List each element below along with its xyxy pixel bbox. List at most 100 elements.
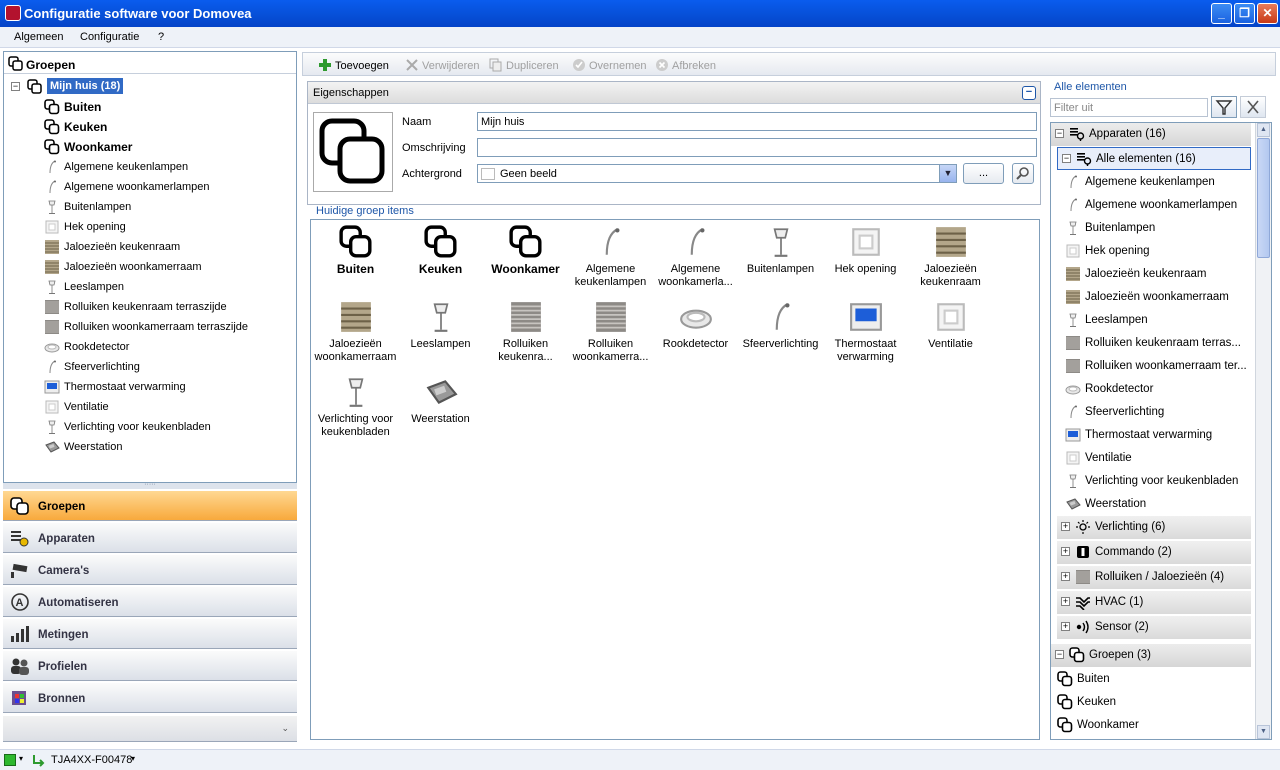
tree-item[interactable]: Thermostaat verwarming (44, 378, 284, 396)
tree-item[interactable]: Algemene keukenlampen (44, 158, 284, 176)
nav-bronnen[interactable]: Bronnen (3, 682, 297, 713)
group-item-tile[interactable]: Verlichting voor keukenbladen (313, 375, 398, 439)
group-item-tile[interactable]: Weerstation (398, 375, 483, 426)
remove-button[interactable]: Verwijderen (405, 58, 479, 72)
tree-root-mijn-huis[interactable]: − Mijn huis (18) (9, 78, 149, 96)
maximize-button[interactable]: ❐ (1234, 3, 1255, 24)
tree-item[interactable]: Jaloezieën keukenraam (44, 238, 284, 256)
category-item[interactable]: + HVAC (1) (1057, 591, 1251, 614)
element-item[interactable]: Sfeerverlichting (1061, 401, 1251, 424)
expand-icon[interactable]: + (1061, 597, 1070, 606)
nav-chevron-icon[interactable]: ⌄ (281, 723, 289, 734)
element-item[interactable]: Rookdetector (1061, 378, 1251, 401)
close-button[interactable]: ✕ (1257, 3, 1278, 24)
browse-button[interactable]: ... (963, 163, 1004, 184)
category-item[interactable]: + Commando (2) (1057, 541, 1251, 564)
minimize-button[interactable]: _ (1211, 3, 1232, 24)
nav-cameras[interactable]: Camera's (3, 554, 297, 585)
group-item-tile[interactable]: Algemene keukenlampen (568, 225, 653, 289)
element-item[interactable]: Jaloezieën keukenraam (1061, 263, 1251, 286)
tree-item[interactable]: Jaloezieën woonkamerraam (44, 258, 284, 276)
tree-item[interactable]: Rolluiken keukenraam terraszijde (44, 298, 284, 316)
scroll-thumb[interactable] (1257, 138, 1270, 258)
element-item[interactable]: Weerstation (1061, 493, 1251, 516)
collapse-icon[interactable]: − (11, 82, 20, 91)
tree-item[interactable]: Buitenlampen (44, 198, 284, 216)
duplicate-button[interactable]: Dupliceren (489, 58, 559, 72)
category-apparaten[interactable]: − Apparaten (16) (1051, 123, 1251, 146)
nav-automatiseren[interactable]: A Automatiseren (3, 586, 297, 617)
expand-icon[interactable]: + (1061, 622, 1070, 631)
tree-item[interactable]: Ventilatie (44, 398, 284, 416)
element-item[interactable]: Buitenlampen (1061, 217, 1251, 240)
element-item[interactable]: Algemene woonkamerlampen (1061, 194, 1251, 217)
tree-group-woonkamer[interactable]: Woonkamer (44, 138, 244, 156)
element-item[interactable]: Hek opening (1061, 240, 1251, 263)
tree-item[interactable]: Sfeerverlichting (44, 358, 284, 376)
collapse-panel-button[interactable]: − (1022, 86, 1036, 100)
element-item[interactable]: Verlichting voor keukenbladen (1061, 470, 1251, 493)
nav-groepen[interactable]: Groepen (3, 490, 297, 521)
expand-icon[interactable]: + (1061, 572, 1070, 581)
category-groepen[interactable]: − Groepen (3) (1051, 644, 1251, 667)
chevron-down-icon[interactable]: ▾ (131, 754, 135, 763)
apply-button[interactable]: Overnemen (572, 58, 646, 72)
element-item[interactable]: Leeslampen (1061, 309, 1251, 332)
group-item-tile[interactable]: Rookdetector (653, 300, 738, 351)
group-item-tile[interactable]: Keuken (398, 225, 483, 276)
scroll-down-icon[interactable]: ▼ (1257, 725, 1270, 739)
group-item[interactable]: Keuken (1053, 691, 1251, 714)
nav-metingen[interactable]: Metingen (3, 618, 297, 649)
collapse-icon[interactable]: − (1062, 154, 1071, 163)
add-button[interactable]: Toevoegen (318, 58, 389, 72)
group-item[interactable]: Buiten (1053, 668, 1251, 691)
tree-item[interactable]: Verlichting voor keukenbladen (44, 418, 284, 436)
group-item-tile[interactable]: Hek opening (823, 225, 908, 276)
panel-splitter[interactable]: ····· (3, 481, 297, 489)
filter-input[interactable]: Filter uit (1050, 98, 1208, 117)
nav-profielen[interactable]: Profielen (3, 650, 297, 681)
element-item[interactable]: Algemene keukenlampen (1061, 171, 1251, 194)
tree-item[interactable]: Algemene woonkamerlampen (44, 178, 284, 196)
tree-group-buiten[interactable]: Buiten (44, 98, 244, 116)
group-item-tile[interactable]: Rolluiken woonkamerra... (568, 300, 653, 364)
clear-filter-button[interactable] (1240, 96, 1266, 118)
group-item-tile[interactable]: Leeslampen (398, 300, 483, 351)
group-item-tile[interactable]: Jaloezieën woonkamerraam (313, 300, 398, 364)
menu-help[interactable]: ? (158, 31, 164, 43)
chevron-down-icon[interactable]: ▾ (19, 754, 23, 763)
element-item[interactable]: Thermostaat verwarming (1061, 424, 1251, 447)
background-select[interactable]: Geen beeld ▼ (477, 164, 957, 183)
group-item-tile[interactable]: Algemene woonkamerla... (653, 225, 738, 289)
group-item[interactable]: Woonkamer (1053, 714, 1251, 737)
category-item[interactable]: + Rolluiken / Jaloezieën (4) (1057, 566, 1251, 589)
expand-icon[interactable]: + (1061, 547, 1070, 556)
tree-group-keuken[interactable]: Keuken (44, 118, 244, 136)
group-item-tile[interactable]: Buitenlampen (738, 225, 823, 276)
element-item[interactable]: Rolluiken woonkamerraam ter... (1061, 355, 1251, 378)
cancel-button[interactable]: Afbreken (655, 58, 716, 72)
name-input[interactable]: Mijn huis (477, 112, 1037, 131)
menu-algemeen[interactable]: Algemeen (14, 31, 64, 43)
group-item-tile[interactable]: Woonkamer (483, 225, 568, 276)
vertical-scrollbar[interactable]: ▲ ▼ (1255, 123, 1271, 739)
category-item[interactable]: + Verlichting (6) (1057, 516, 1251, 539)
scroll-up-icon[interactable]: ▲ (1257, 123, 1270, 137)
group-item-tile[interactable]: Thermostaat verwarming (823, 300, 908, 364)
tree-item[interactable]: Leeslampen (44, 278, 284, 296)
category-alle-elementen[interactable]: − Alle elementen (16) (1057, 147, 1251, 170)
category-item[interactable]: + Sensor (2) (1057, 616, 1251, 639)
expand-icon[interactable]: + (1061, 522, 1070, 531)
group-item-tile[interactable]: Sfeerverlichting (738, 300, 823, 351)
filter-button[interactable] (1211, 96, 1237, 118)
collapse-icon[interactable]: − (1055, 129, 1064, 138)
chevron-down-icon[interactable]: ▼ (939, 165, 956, 182)
nav-apparaten[interactable]: Apparaten (3, 522, 297, 553)
tree-item[interactable]: Hek opening (44, 218, 284, 236)
tree-item[interactable]: Weerstation (44, 438, 284, 456)
element-item[interactable]: Jaloezieën woonkamerraam (1061, 286, 1251, 309)
description-input[interactable] (477, 138, 1037, 157)
group-item-tile[interactable]: Rolluiken keukenra... (483, 300, 568, 364)
tree-item[interactable]: Rookdetector (44, 338, 284, 356)
menu-configuratie[interactable]: Configuratie (80, 31, 139, 43)
